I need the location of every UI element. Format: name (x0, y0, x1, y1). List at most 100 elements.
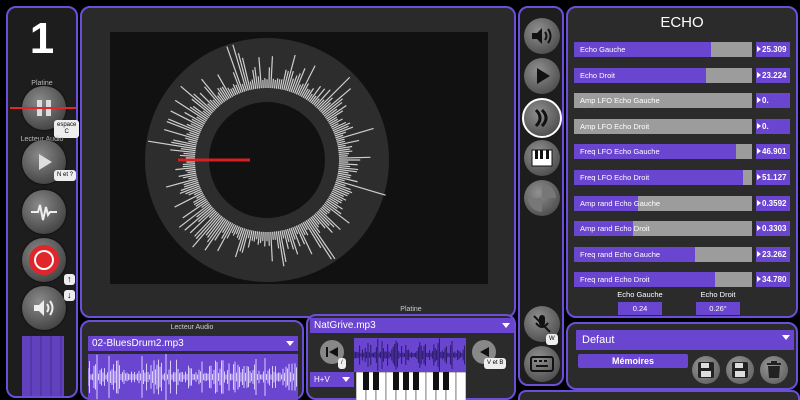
param-label: Echo Gauche (580, 45, 626, 54)
param-slider[interactable]: Amp rand Echo Gauche (574, 195, 752, 211)
playhead-marker (10, 107, 76, 109)
keyboard-tool-button[interactable] (524, 346, 560, 382)
param-slider[interactable]: Echo Droit (574, 67, 752, 83)
deck-number: 1 (29, 14, 55, 63)
volume-button[interactable] (22, 286, 66, 330)
audio-file-name: 02-BluesDrum2.mp3 (92, 338, 184, 349)
piano-tool-button[interactable] (524, 140, 560, 176)
turntable-waveform-graphic (354, 338, 466, 372)
piano-icon (531, 149, 553, 167)
audio-player-title: Lecteur Audio (170, 324, 214, 331)
skip-back-icon (326, 347, 338, 357)
save-button[interactable] (726, 356, 754, 384)
param-value[interactable]: 0. (756, 118, 790, 134)
param-label: Echo Droit (580, 70, 616, 80)
param-value[interactable]: 23.224 (756, 67, 790, 83)
trash-icon (767, 361, 781, 378)
mic-off-icon (533, 315, 551, 333)
param-value[interactable]: 0.3303 (756, 221, 790, 237)
waveform-display (110, 32, 488, 284)
speaker-icon (532, 28, 552, 44)
transport-panel: 1 Platine espace C Lecteur Audio N et ? … (6, 6, 80, 398)
param-label: Freq rand Echo Droit (580, 275, 650, 285)
volume-up-key[interactable]: ↑ (64, 274, 75, 285)
chevron-down-icon (342, 377, 350, 382)
param-slider[interactable]: Echo Gauche (574, 42, 752, 57)
circular-waveform[interactable] (110, 32, 488, 284)
param-row[interactable]: Amp LFO Echo Gauche 0. (574, 93, 790, 109)
param-value[interactable]: 25.309 (756, 42, 790, 57)
piano-keys (355, 371, 467, 400)
level-meter (22, 336, 64, 396)
param-value[interactable]: 51.127 (756, 170, 790, 185)
param-label: Amp LFO Echo Gauche (580, 96, 660, 106)
param-slider[interactable]: Freq rand Echo Droit (574, 272, 752, 288)
mini-value-left[interactable]: 0.24 (618, 302, 662, 315)
echo-panel: ECHO Echo Gauche 25.309 Echo Droit 23.224 Am… (566, 6, 798, 318)
param-row[interactable]: Echo Droit 23.224 (574, 67, 790, 83)
play-tool-button[interactable] (524, 58, 560, 94)
save-as-button[interactable] (692, 356, 720, 384)
param-row[interactable]: Freq rand Echo Droit 34.780 (574, 272, 790, 288)
param-slider[interactable]: Amp LFO Echo Droit (574, 118, 752, 134)
chevron-down-icon (286, 341, 294, 346)
delete-button[interactable] (760, 356, 788, 384)
record-button[interactable] (22, 238, 66, 282)
param-value[interactable]: 23.262 (756, 246, 790, 262)
record-icon (29, 245, 59, 275)
chevron-down-icon (502, 323, 510, 328)
param-slider[interactable]: Amp rand Echo Droit (574, 221, 752, 237)
piano-keyboard[interactable] (355, 371, 467, 400)
echo-tool-button[interactable] (522, 98, 562, 138)
audio-player-panel: Lecteur Audio 02-BluesDrum2.mp3 (80, 320, 304, 400)
preset-select[interactable]: Defaut (576, 330, 794, 350)
turntable-waveform[interactable] (354, 338, 466, 372)
param-value[interactable]: 0.3592 (756, 195, 790, 211)
mode-value: H+V (314, 375, 330, 384)
speaker-icon (34, 300, 54, 316)
memories-button[interactable]: Mémoires (578, 354, 688, 368)
audio-file-select[interactable]: 02-BluesDrum2.mp3 (88, 336, 298, 351)
arrow-left-icon (480, 347, 489, 357)
param-label: Amp rand Echo Gauche (580, 198, 661, 208)
param-row[interactable]: Amp LFO Echo Droit 0. (574, 118, 790, 134)
param-row[interactable]: Freq rand Echo Gauche 23.262 (574, 246, 790, 262)
bottom-panel (518, 390, 800, 400)
param-row[interactable]: Echo Gauche 25.309 (574, 42, 790, 57)
audio-waveform-graphic (88, 354, 297, 400)
mic-shortcut: W (546, 334, 558, 345)
param-row[interactable]: Freq LFO Echo Droit 51.127 (574, 170, 790, 185)
param-value[interactable]: 0. (756, 93, 790, 109)
waveform-button[interactable] (22, 190, 66, 234)
disc-tool-button[interactable] (524, 180, 560, 216)
disc-icon (528, 184, 556, 212)
tool-panel: W (518, 6, 564, 386)
turntable-file-select[interactable]: NatGrive.mp3 (310, 318, 514, 333)
mini-value-right[interactable]: 0.26° (696, 302, 740, 315)
param-slider[interactable]: Freq rand Echo Gauche (574, 246, 752, 262)
audio-waveform[interactable] (88, 354, 298, 400)
play-icon (537, 68, 550, 84)
param-row[interactable]: Amp rand Echo Gauche 0.3592 (574, 195, 790, 211)
param-label: Amp rand Echo Droit (580, 224, 650, 234)
next-shortcut: V et B (484, 358, 507, 369)
previous-shortcut: / (338, 358, 346, 369)
param-slider[interactable]: Freq LFO Echo Droit (574, 170, 752, 185)
mode-select[interactable]: H+V (310, 372, 354, 387)
mini-label-right: Echo Droit (700, 290, 736, 299)
param-label: Freq LFO Echo Gauche (580, 147, 660, 157)
mini-label-left: Echo Gauche (617, 290, 663, 299)
param-label: Freq rand Echo Gauche (580, 249, 661, 259)
echo-title: ECHO (660, 14, 704, 31)
play-icon (39, 154, 52, 170)
param-value[interactable]: 34.780 (756, 272, 790, 288)
param-row[interactable]: Amp rand Echo Droit 0.3303 (574, 221, 790, 237)
waveform-icon (31, 204, 57, 221)
param-slider[interactable]: Amp LFO Echo Gauche (574, 93, 752, 109)
param-slider[interactable]: Freq LFO Echo Gauche (574, 144, 752, 160)
param-value[interactable]: 46.901 (756, 144, 790, 160)
param-label: Freq LFO Echo Droit (580, 173, 650, 182)
volume-tool-button[interactable] (524, 18, 560, 54)
param-row[interactable]: Freq LFO Echo Gauche 46.901 (574, 144, 790, 160)
volume-down-key[interactable]: ↓ (64, 290, 75, 301)
